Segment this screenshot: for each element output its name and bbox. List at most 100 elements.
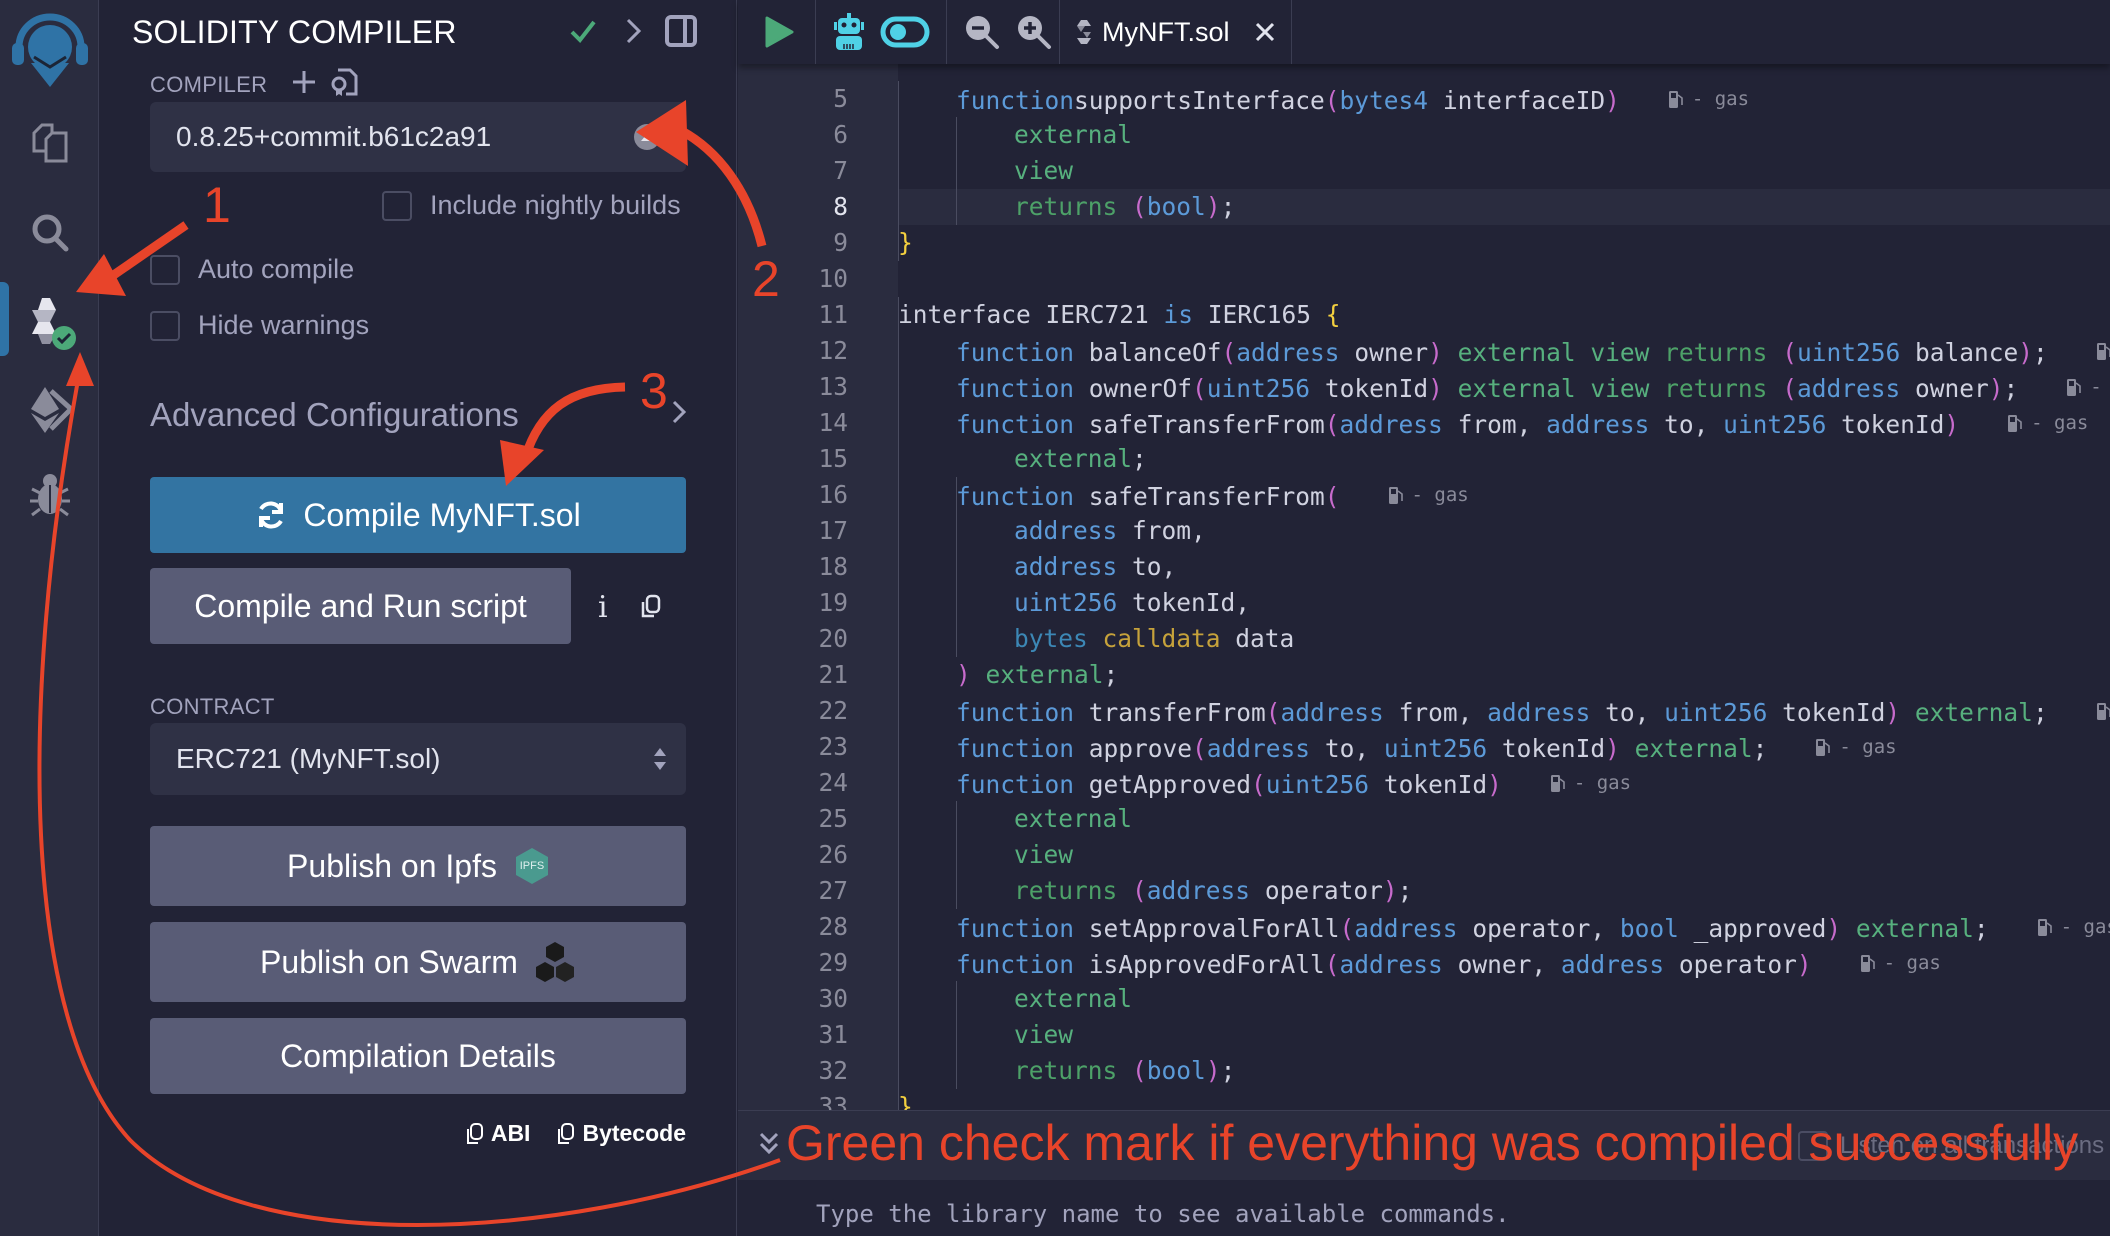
zoom-out-icon[interactable] — [964, 10, 1000, 54]
zoom-in-icon[interactable] — [1016, 10, 1052, 54]
auto-compile-checkbox[interactable]: Auto compile — [150, 254, 354, 285]
ai-assistant-robot-icon[interactable] — [832, 10, 866, 54]
code-line[interactable]: 10 — [738, 261, 2110, 297]
code-token: owner — [1339, 338, 1429, 367]
search-icon[interactable] — [0, 208, 99, 258]
tab-mynft-sol[interactable]: MyNFT.sol — [1060, 0, 1292, 64]
code-line[interactable]: 26 view — [738, 837, 2110, 873]
checkbox-box[interactable] — [150, 310, 180, 341]
publish-swarm-button[interactable]: Publish on Swarm — [150, 922, 686, 1002]
add-compiler-icon[interactable] — [290, 68, 318, 101]
code-line[interactable]: 32 returns (bool); — [738, 1053, 2110, 1089]
code-line[interactable]: 31 view — [738, 1017, 2110, 1053]
publish-ipfs-button[interactable]: Publish on Ipfs IPFS — [150, 826, 686, 906]
code-token: ; — [1752, 734, 1768, 763]
code-line[interactable]: 23 function approve(address to, uint256 t… — [738, 729, 2110, 765]
code-token: calldata — [1102, 624, 1221, 653]
code-line[interactable]: 29 function isApprovedForAll(address owne… — [738, 945, 2110, 981]
ipfs-logo-icon: IPFS — [515, 847, 549, 885]
code-text: returns (bool); — [1014, 189, 1235, 225]
compile-and-run-label: Compile and Run script — [194, 587, 527, 624]
remix-logo-icon[interactable] — [0, 10, 99, 90]
code-token: getApproved — [1074, 770, 1252, 799]
code-line[interactable]: 19 uint256 tokenId, — [738, 585, 2110, 621]
listen-transactions-toggle[interactable]: Listen on all transactions — [1798, 1131, 2104, 1161]
deploy-run-icon[interactable] — [0, 380, 99, 440]
bytecode-label: Bytecode — [582, 1120, 686, 1146]
checkbox-box[interactable] — [1798, 1131, 1828, 1161]
code-line[interactable]: 8 returns (bool); — [738, 189, 2110, 225]
compiler-version-select[interactable]: 0.8.25+commit.b61c2a91 — [150, 102, 686, 172]
code-line[interactable]: 5 functionsupportsInterface(bytes4 interf… — [738, 81, 2110, 117]
editor-toolbar: MyNFT.sol — [738, 0, 2110, 64]
code-line[interactable]: 21) external; — [738, 657, 2110, 693]
terminal-output[interactable]: Type the library name to see available c… — [738, 1180, 2110, 1236]
code-line[interactable]: 28 function setApprovalForAll(address ope… — [738, 909, 2110, 945]
copy-icon — [466, 1122, 483, 1144]
code-line[interactable]: 18 address to, — [738, 549, 2110, 585]
chevron-right-icon[interactable] — [624, 16, 644, 51]
copy-bytecode-link[interactable]: Bytecode — [556, 1120, 686, 1147]
code-line[interactable]: 20 bytes calldata data — [738, 621, 2110, 657]
debugger-icon[interactable] — [0, 465, 99, 525]
code-token: function — [956, 482, 1075, 511]
code-editor[interactable]: 5 functionsupportsInterface(bytes4 interf… — [738, 64, 2110, 1110]
include-nightly-checkbox[interactable]: Include nightly builds — [382, 190, 681, 221]
code-line[interactable]: 15 external; — [738, 441, 2110, 477]
code-token: ( — [1339, 914, 1355, 943]
code-token: function — [956, 734, 1075, 763]
code-line[interactable]: 30 external — [738, 981, 2110, 1017]
code-line[interactable]: 6 external — [738, 117, 2110, 153]
code-token: is — [1163, 300, 1194, 329]
code-token: address — [1014, 552, 1118, 581]
code-token: tokenId — [1767, 698, 1886, 727]
code-line[interactable]: 14 function safeTransferFrom(address from… — [738, 405, 2110, 441]
code-line[interactable]: 17 address from, — [738, 513, 2110, 549]
line-number: 5 — [833, 84, 848, 113]
code-line[interactable]: 13 function ownerOf(uint256 tokenId) exte… — [738, 369, 2110, 405]
code-line[interactable]: 7 view — [738, 153, 2110, 189]
advanced-configurations-toggle[interactable]: Advanced Configurations — [150, 396, 690, 434]
gas-label: - gas — [1411, 484, 1469, 506]
code-line[interactable]: 25 external — [738, 801, 2110, 837]
code-line[interactable]: 9} — [738, 225, 2110, 261]
compile-button[interactable]: Compile MyNFT.sol — [150, 477, 686, 553]
copy-abi-link[interactable]: ABI — [465, 1120, 530, 1147]
code-line[interactable]: 16 function safeTransferFrom(- gas — [738, 477, 2110, 513]
code-line[interactable]: 27 returns (address operator); — [738, 873, 2110, 909]
checkbox-box[interactable] — [382, 190, 412, 221]
hide-warnings-checkbox[interactable]: Hide warnings — [150, 310, 369, 341]
compilation-details-label: Compilation Details — [280, 1037, 556, 1074]
code-line[interactable]: 33} — [738, 1089, 2110, 1110]
toggle-panel-icon[interactable] — [664, 14, 698, 53]
solidity-compiler-icon[interactable] — [0, 290, 99, 354]
compilation-details-button[interactable]: Compilation Details — [150, 1018, 686, 1094]
code-line[interactable]: 11 interface IERC721 is IERC165 { — [738, 297, 2110, 333]
checkbox-box[interactable] — [150, 254, 180, 285]
line-number: 7 — [833, 156, 848, 185]
code-token: ( — [1221, 338, 1237, 367]
close-tab-icon[interactable] — [1254, 21, 1276, 43]
include-nightly-label: Include nightly builds — [430, 190, 681, 220]
code-token: uint256 — [1796, 338, 1901, 367]
code-line[interactable]: 22 function transferFrom(address from, ad… — [738, 693, 2110, 729]
compiler-license-icon[interactable] — [330, 66, 358, 103]
code-token: from, — [1442, 410, 1547, 439]
code-token: view — [1590, 374, 1650, 403]
copy-icon[interactable] — [640, 594, 662, 625]
indent-guide — [956, 981, 957, 1089]
contract-select[interactable]: ERC721 (MyNFT.sol) — [150, 723, 686, 795]
ai-toggle-switch[interactable] — [880, 10, 930, 54]
code-token: tokenId — [1310, 374, 1429, 403]
info-icon[interactable]: i — [598, 590, 608, 625]
compile-and-run-button[interactable]: Compile and Run script — [150, 568, 571, 644]
code-token: ( — [1324, 86, 1340, 115]
line-number: 29 — [818, 948, 848, 977]
file-explorer-icon[interactable] — [0, 118, 99, 168]
collapse-terminal-icon[interactable] — [758, 1129, 780, 1164]
code-line[interactable]: 24 function getApproved(uint256 tokenId) -… — [738, 765, 2110, 801]
run-script-icon[interactable] — [764, 10, 794, 54]
code-line[interactable]: 12 function balanceOf(address owner) exte… — [738, 333, 2110, 369]
